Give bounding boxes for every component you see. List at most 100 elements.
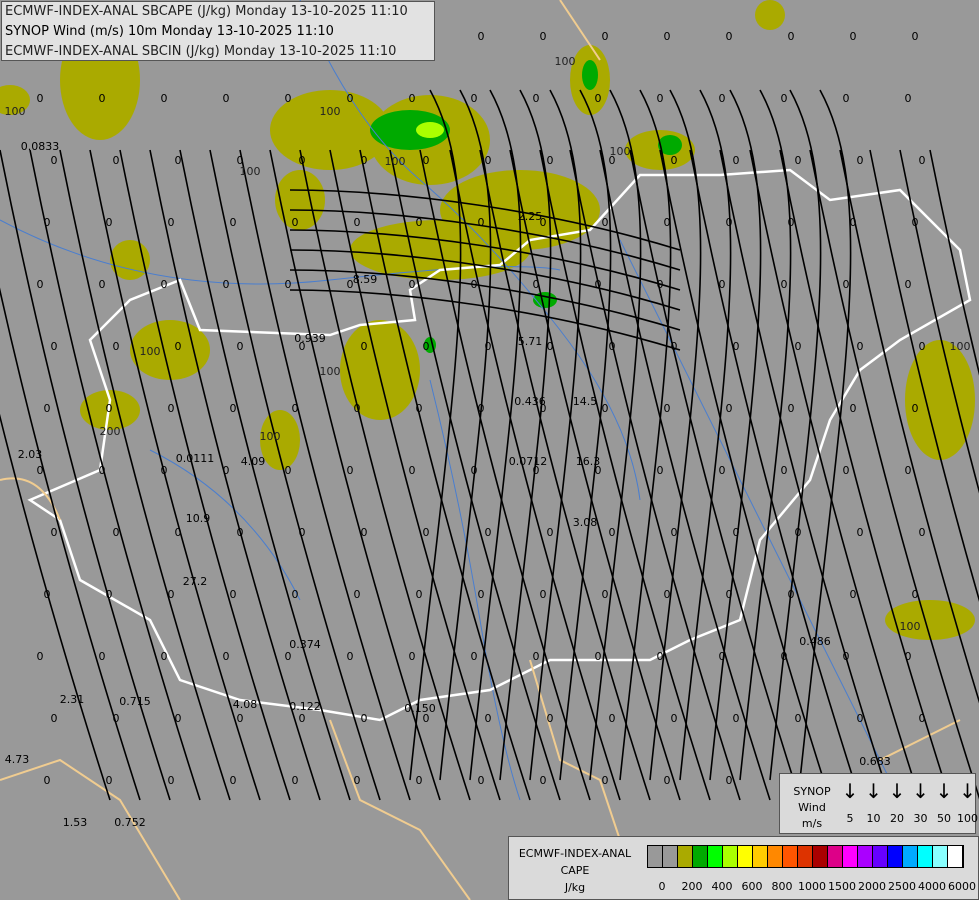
cin-zero-label: 0 xyxy=(602,588,609,601)
cin-zero-label: 0 xyxy=(409,464,416,477)
cin-value-label: 4.73 xyxy=(5,753,30,766)
cin-zero-label: 0 xyxy=(347,92,354,105)
cin-zero-label: 0 xyxy=(905,650,912,663)
wind-speed-label: 100 xyxy=(957,812,978,825)
cin-value-label: 2.31 xyxy=(60,693,85,706)
cin-zero-label: 0 xyxy=(44,216,51,229)
cin-zero-label: 0 xyxy=(726,216,733,229)
cin-zero-label: 0 xyxy=(361,154,368,167)
cin-zero-label: 0 xyxy=(547,526,554,539)
wind-speed-label: 5 xyxy=(846,812,854,825)
cin-zero-label: 0 xyxy=(857,526,864,539)
weather-map: 0.08332.258.590.939 5.710.436 14.50.0712 16… xyxy=(0,0,979,900)
cape-area-high xyxy=(582,60,598,90)
cape-tick-label: 2500 xyxy=(888,880,916,893)
cin-zero-label: 0 xyxy=(533,464,540,477)
cin-zero-label: 0 xyxy=(230,774,237,787)
cin-zero-label: 0 xyxy=(850,402,857,415)
cape-area xyxy=(275,170,325,230)
cape-contour-label: 100 xyxy=(5,105,26,118)
cin-zero-label: 0 xyxy=(285,464,292,477)
color-swatch xyxy=(738,846,753,867)
streamline xyxy=(739,89,792,781)
cape-contour-label: 100 xyxy=(140,345,161,358)
cin-zero-label: 0 xyxy=(99,464,106,477)
cape-legend: ECMWF-INDEX-ANAL CAPE J/kg 0 200 400 600 800 10… xyxy=(508,836,979,900)
cin-zero-label: 0 xyxy=(664,30,671,43)
streamline xyxy=(929,149,979,376)
cin-zero-label: 0 xyxy=(843,278,850,291)
cin-zero-label: 0 xyxy=(478,588,485,601)
cin-zero-label: 0 xyxy=(354,588,361,601)
cin-zero-label: 0 xyxy=(657,278,664,291)
cin-zero-label: 0 xyxy=(471,278,478,291)
cin-zero-label: 0 xyxy=(719,278,726,291)
down-arrow-icon: ↓ xyxy=(841,779,859,803)
cin-zero-label: 0 xyxy=(540,774,547,787)
cin-zero-label: 0 xyxy=(843,650,850,663)
streamline xyxy=(679,89,732,781)
cin-zero-label: 0 xyxy=(168,216,175,229)
cin-zero-label: 0 xyxy=(609,712,616,725)
cin-zero-label: 0 xyxy=(788,402,795,415)
cin-zero-label: 0 xyxy=(857,712,864,725)
color-swatch xyxy=(918,846,933,867)
cin-zero-label: 0 xyxy=(423,526,430,539)
cin-zero-label: 0 xyxy=(37,92,44,105)
cin-zero-label: 0 xyxy=(602,774,609,787)
cin-zero-label: 0 xyxy=(726,30,733,43)
down-arrow-icon: ↓ xyxy=(865,779,882,803)
cin-zero-label: 0 xyxy=(237,526,244,539)
cin-zero-label: 0 xyxy=(726,402,733,415)
cin-zero-label: 0 xyxy=(423,712,430,725)
color-swatch xyxy=(873,846,888,867)
cin-zero-label: 0 xyxy=(106,402,113,415)
cin-zero-label: 0 xyxy=(161,464,168,477)
cin-value-label: 0.150 xyxy=(404,702,436,715)
cin-zero-label: 0 xyxy=(478,30,485,43)
country-border-outer xyxy=(879,719,961,761)
cin-zero-label: 0 xyxy=(602,402,609,415)
color-swatch xyxy=(903,846,918,867)
cin-zero-label: 0 xyxy=(44,588,51,601)
color-swatch xyxy=(828,846,843,867)
cin-zero-label: 0 xyxy=(485,712,492,725)
cin-zero-label: 0 xyxy=(51,526,58,539)
legend-label: ECMWF-INDEX-ANAL xyxy=(518,847,632,860)
cin-zero-label: 0 xyxy=(657,92,664,105)
cin-zero-label: 0 xyxy=(609,340,616,353)
cin-zero-label: 0 xyxy=(657,650,664,663)
cin-value-label: 0.715 xyxy=(119,695,151,708)
cin-zero-label: 0 xyxy=(416,402,423,415)
cin-zero-label: 0 xyxy=(51,154,58,167)
cin-zero-label: 0 xyxy=(671,526,678,539)
cape-contour-label: 100 xyxy=(610,145,631,158)
cin-zero-label: 0 xyxy=(485,340,492,353)
legend-label: Wind xyxy=(798,801,826,814)
cin-zero-label: 0 xyxy=(726,588,733,601)
cin-zero-label: 0 xyxy=(919,526,926,539)
cin-value-label: 14.5 xyxy=(573,395,598,408)
color-swatch xyxy=(798,846,813,867)
cin-zero-label: 0 xyxy=(161,92,168,105)
legend-label: CAPE xyxy=(560,864,590,877)
cin-zero-label: 0 xyxy=(237,340,244,353)
cin-zero-label: 0 xyxy=(471,464,478,477)
cin-zero-label: 0 xyxy=(719,464,726,477)
cin-zero-label: 0 xyxy=(540,216,547,229)
legend-unit: m/s xyxy=(801,817,823,830)
cin-zero-label: 0 xyxy=(361,340,368,353)
color-swatch xyxy=(768,846,783,867)
cin-zero-label: 0 xyxy=(733,340,740,353)
cin-zero-label: 0 xyxy=(230,588,237,601)
cin-value-label: 0.486 xyxy=(799,635,831,648)
cin-zero-label: 0 xyxy=(299,154,306,167)
cin-zero-label: 0 xyxy=(292,588,299,601)
wind-speed-label: 20 xyxy=(890,812,904,825)
cin-zero-label: 0 xyxy=(361,712,368,725)
cin-zero-label: 0 xyxy=(850,216,857,229)
cape-tick-label: 200 xyxy=(681,880,703,893)
streamline xyxy=(809,149,979,800)
cin-zero-label: 0 xyxy=(912,216,919,229)
wind-speed-label: 50 xyxy=(937,812,951,825)
